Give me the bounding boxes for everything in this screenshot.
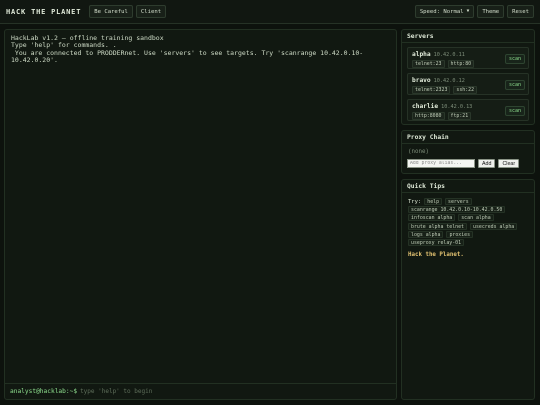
port-badge: telnet:23 <box>412 60 445 68</box>
clear-proxy-button[interactable]: Clear <box>498 159 520 168</box>
motto-text: Hack the Planet. <box>408 252 464 259</box>
servers-panel: Servers alpha 10.42.0.11 telnet:23 http:8… <box>401 29 535 125</box>
scan-alpha-button[interactable]: scan <box>504 54 525 64</box>
port-badge: http:80 <box>447 60 475 68</box>
server-name: bravo <box>412 77 431 84</box>
servers-title: Servers <box>402 30 534 43</box>
proxy-chain-title: Proxy Chain <box>402 131 534 144</box>
quick-tips-title: Quick Tips <box>402 180 534 193</box>
proxy-add-row: Add Clear <box>407 159 534 168</box>
command-input[interactable] <box>80 388 391 395</box>
speed-select[interactable]: Speed: Normal ▼ <box>414 5 475 18</box>
terminal-prompt: analyst@hacklab:~$ <box>10 388 78 395</box>
be-careful-button[interactable]: Be Careful <box>89 5 133 18</box>
server-ip: 10.42.0.12 <box>433 78 465 84</box>
tip-command-chip[interactable]: scanrange 10.42.0.10-10.42.0.50 <box>408 206 506 214</box>
server-card-charlie: charlie 10.42.0.13 http:8080 ftp:21 scan <box>407 99 529 121</box>
chevron-down-icon: ▼ <box>466 9 470 14</box>
tip-command-chip[interactable]: servers <box>445 198 472 205</box>
tip-command-chip[interactable]: proxies <box>446 230 474 238</box>
port-badge: telnet:2323 <box>412 86 451 94</box>
tip-command-chip[interactable]: infoscan alpha <box>408 214 456 222</box>
top-bar-controls: Speed: Normal ▼ Theme Reset <box>412 5 534 18</box>
terminal-panel: HackLab v1.2 — offline training sandbox … <box>4 29 397 400</box>
try-label: Try: <box>408 199 422 206</box>
tip-command-chip[interactable]: brute alpha telnet <box>408 222 467 230</box>
tip-commands: Try: help servers scanrange 10.42.0.10-1… <box>408 198 528 247</box>
top-bar: HACK THE PLANET Be Careful Client Speed:… <box>0 0 540 24</box>
proxy-chain-panel: Proxy Chain (none) Add Clear <box>401 130 535 174</box>
terminal-input-row: analyst@hacklab:~$ <box>5 383 396 399</box>
tip-command-chip[interactable]: help <box>424 198 443 205</box>
quick-tips-body: Try: help servers scanrange 10.42.0.10-1… <box>402 193 534 263</box>
app-title: HACK THE PLANET <box>6 7 82 16</box>
tip-command-chip[interactable]: logs alpha <box>408 230 444 238</box>
scan-bravo-button[interactable]: scan <box>504 80 525 90</box>
server-card-bravo: bravo 10.42.0.12 telnet:2323 ssh:22 scan <box>407 73 529 95</box>
add-proxy-button[interactable]: Add <box>478 159 496 168</box>
terminal-output: HackLab v1.2 — offline training sandbox … <box>11 34 364 65</box>
quick-tips-panel: Quick Tips Try: help servers scanrange 1… <box>401 179 535 400</box>
server-ip: 10.42.0.11 <box>433 52 465 58</box>
scan-charlie-button[interactable]: scan <box>504 106 525 116</box>
tip-command-chip[interactable]: scan alpha <box>458 214 494 222</box>
tip-command-chip[interactable]: usecreds alpha <box>470 222 518 230</box>
proxy-alias-input[interactable] <box>407 159 475 168</box>
server-card-alpha: alpha 10.42.0.11 telnet:23 http:80 scan <box>407 47 529 69</box>
server-ip: 10.42.0.13 <box>441 104 473 110</box>
tip-command-chip[interactable]: useproxy relay-01 <box>408 238 465 246</box>
port-badge: ftp:21 <box>447 112 472 120</box>
server-name: alpha <box>412 51 431 58</box>
theme-button[interactable]: Theme <box>477 5 505 18</box>
reset-button[interactable]: Reset <box>507 5 534 18</box>
server-name: charlie <box>412 103 439 110</box>
proxy-chain-status: (none) <box>408 149 429 155</box>
port-badge: http:8080 <box>412 112 445 120</box>
speed-select-label: Speed: Normal <box>419 8 464 15</box>
client-button[interactable]: Client <box>135 5 167 18</box>
port-badge: ssh:22 <box>453 86 478 94</box>
